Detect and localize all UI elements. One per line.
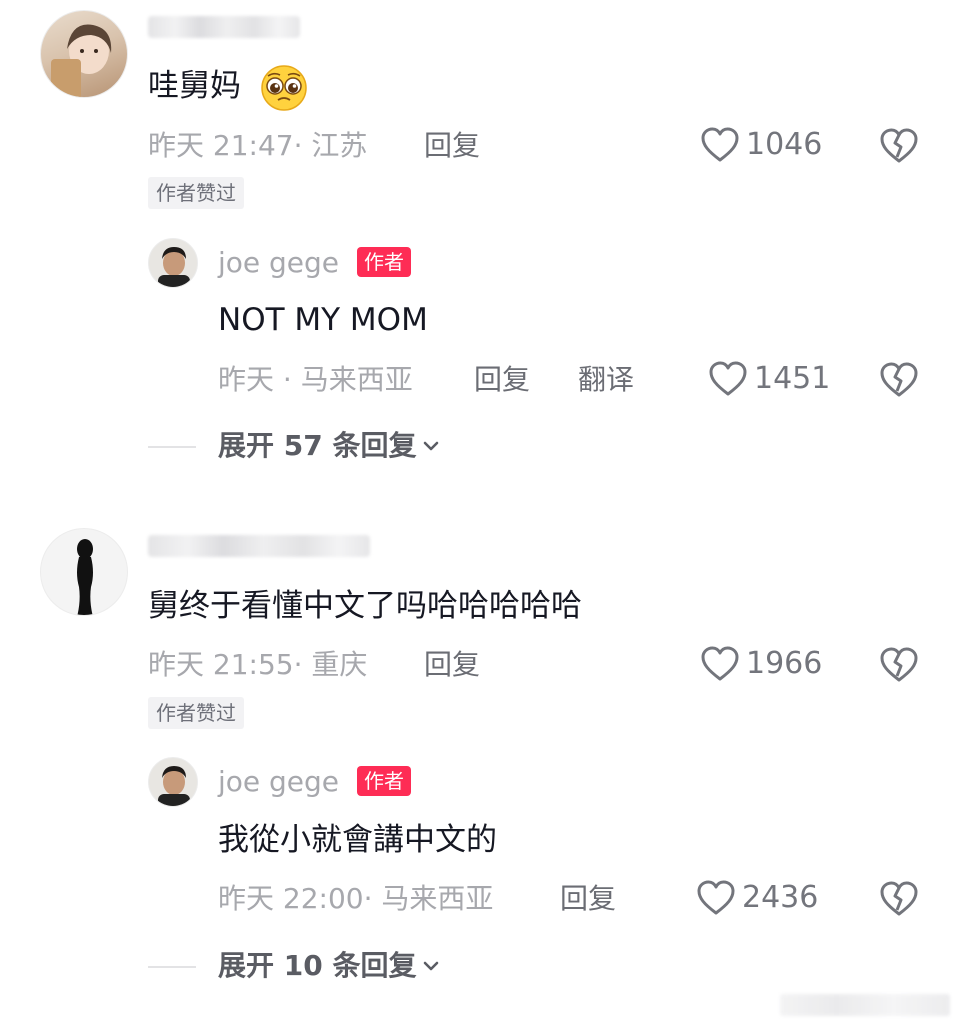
avatar[interactable] xyxy=(40,10,128,98)
like-count: 1966 xyxy=(746,646,823,681)
reply-location: · 马来西亚 xyxy=(282,363,413,396)
reply-meta: 昨天 · 马来西亚 xyxy=(218,362,413,398)
reply-button[interactable]: 回复 xyxy=(424,128,480,164)
heart-outline-icon xyxy=(709,361,747,396)
broken-heart-icon xyxy=(880,647,918,682)
expand-replies-button[interactable]: 展开 10 条回复 xyxy=(218,948,442,984)
comment-location: · 江苏 xyxy=(293,129,368,162)
translate-button[interactable]: 翻译 xyxy=(578,362,634,398)
reply-button[interactable]: 回复 xyxy=(474,362,530,398)
like-button[interactable]: 1966 xyxy=(700,645,822,683)
heart-outline-icon xyxy=(701,646,739,681)
expand-replies-label: 展开 57 条回复 xyxy=(218,429,417,462)
heart-outline-icon xyxy=(697,880,735,915)
reply-location: · 马来西亚 xyxy=(363,882,494,915)
reply-text: 我從小就會講中文的 xyxy=(218,822,497,858)
chevron-down-icon xyxy=(424,961,439,971)
reply-time: 昨天 xyxy=(218,363,275,396)
dislike-button[interactable] xyxy=(879,880,919,918)
divider xyxy=(148,446,196,448)
user-avatar-image xyxy=(51,24,112,97)
comment-text: 哇舅妈 xyxy=(148,68,241,104)
username-blurred[interactable] xyxy=(148,535,370,557)
dislike-button[interactable] xyxy=(879,646,919,684)
author-avatar[interactable] xyxy=(148,238,198,288)
author-liked-badge: 作者赞过 xyxy=(148,697,244,729)
broken-heart-icon xyxy=(880,128,918,163)
author-avatar-image xyxy=(158,766,190,806)
author-liked-badge: 作者赞过 xyxy=(148,177,244,209)
like-button[interactable]: 1451 xyxy=(708,360,830,398)
author-avatar-image xyxy=(158,247,190,287)
user-avatar-image xyxy=(77,539,93,615)
comment-text: 舅终于看懂中文了吗哈哈哈哈哈 xyxy=(148,588,582,624)
author-badge: 作者 xyxy=(357,247,411,277)
chevron-down-icon xyxy=(424,441,439,451)
like-button[interactable]: 1046 xyxy=(700,126,822,164)
username-blurred[interactable] xyxy=(148,16,300,38)
reply-time: 昨天 22:00 xyxy=(218,882,364,915)
author-name[interactable]: joe gege xyxy=(218,245,339,281)
reply-meta: 昨天 22:00· 马来西亚 xyxy=(218,881,493,917)
comment-meta: 昨天 21:55· 重庆 xyxy=(148,647,367,683)
author-name[interactable]: joe gege xyxy=(218,764,339,800)
comment-time: 昨天 21:55 xyxy=(148,648,294,681)
pleading-face-emoji xyxy=(258,62,310,112)
reply-button[interactable]: 回复 xyxy=(560,881,616,917)
divider xyxy=(148,966,196,968)
watermark xyxy=(780,994,950,1016)
like-count: 1451 xyxy=(754,361,831,396)
dislike-button[interactable] xyxy=(879,361,919,399)
like-button[interactable]: 2436 xyxy=(696,879,818,917)
reply-button[interactable]: 回复 xyxy=(424,647,480,683)
author-avatar[interactable] xyxy=(148,757,198,807)
comment-location: · 重庆 xyxy=(293,648,368,681)
broken-heart-icon xyxy=(880,881,918,916)
dislike-button[interactable] xyxy=(879,127,919,165)
heart-outline-icon xyxy=(701,127,739,162)
reply-text: NOT MY MOM xyxy=(218,302,428,338)
expand-replies-button[interactable]: 展开 57 条回复 xyxy=(218,428,442,464)
like-count: 2436 xyxy=(742,880,819,915)
avatar[interactable] xyxy=(40,528,128,616)
author-badge: 作者 xyxy=(357,766,411,796)
comment-time: 昨天 21:47 xyxy=(148,129,294,162)
broken-heart-icon xyxy=(880,362,918,397)
comment-meta: 昨天 21:47· 江苏 xyxy=(148,128,367,164)
expand-replies-label: 展开 10 条回复 xyxy=(218,949,417,982)
like-count: 1046 xyxy=(746,127,823,162)
